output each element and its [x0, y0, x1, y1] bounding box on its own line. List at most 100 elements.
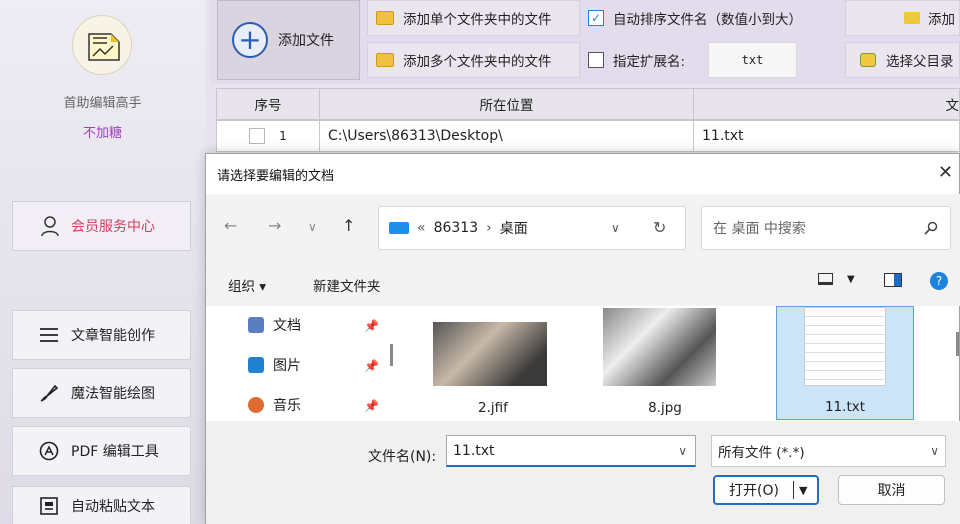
file-name: 8.jpg: [648, 400, 682, 416]
search-placeholder: 在 桌面 中搜索: [713, 221, 806, 237]
list-icon: [40, 328, 58, 342]
file-scrollbar[interactable]: [956, 332, 959, 356]
checkbox-unchecked-icon: [588, 52, 604, 68]
file-name: 2.jfif: [478, 400, 508, 416]
folder-check-icon: [860, 53, 876, 67]
add-single-folder-button[interactable]: 添加单个文件夹中的文件: [367, 0, 580, 36]
breadcrumb-separator: ›: [486, 220, 492, 236]
column-header-index[interactable]: 序号: [216, 88, 320, 120]
filename-label: 文件名(N):: [368, 449, 437, 465]
navigation-pane: 文档 📌 图片 📌 音乐 📌: [206, 306, 401, 421]
folder-icon: [376, 53, 394, 67]
chevron-down-icon: ∨: [930, 444, 939, 458]
extension-checkbox[interactable]: 指定扩展名:: [588, 42, 685, 78]
new-folder-button[interactable]: 新建文件夹: [313, 275, 381, 295]
member-center-label: 会员服务中心: [71, 219, 155, 235]
member-center-button[interactable]: 会员服务中心: [12, 201, 191, 251]
image-thumbnail: [433, 322, 547, 386]
app-author: 不加糖: [82, 126, 122, 141]
nav-item-label: 图片: [273, 358, 301, 374]
back-arrow-icon[interactable]: ←: [224, 216, 237, 235]
user-icon: [41, 216, 59, 237]
add-file-label: 添加文件: [278, 33, 334, 49]
column-header-location[interactable]: 所在位置: [320, 88, 694, 120]
command-bar: 组织 ▾ 新建文件夹 ▼ ?: [206, 262, 960, 306]
open-dropdown-icon[interactable]: ▼: [799, 484, 807, 497]
file-item[interactable]: 2.jfif: [424, 306, 562, 420]
add-icon: [904, 12, 920, 24]
sidebar-item-draw[interactable]: 魔法智能绘图: [12, 368, 191, 418]
open-label: 打开(O): [729, 483, 779, 499]
sidebar-item-label: 魔法智能绘图: [71, 386, 155, 402]
sidebar-item-pdf[interactable]: PDF 编辑工具: [12, 426, 191, 476]
add-right-button[interactable]: 添加: [845, 0, 960, 36]
file-table: 序号 所在位置 文 1 C:\Users\86313\Desktop\ 11.t…: [216, 88, 960, 152]
extension-label: 指定扩展名:: [613, 54, 686, 70]
view-icon[interactable]: [818, 273, 833, 285]
row-filename: 11.txt: [694, 120, 960, 152]
up-arrow-icon[interactable]: ↑: [342, 216, 355, 235]
file-item[interactable]: 8.jpg: [596, 306, 734, 420]
pin-icon[interactable]: 📌: [364, 319, 379, 333]
file-name: 11.txt: [824, 399, 866, 415]
add-multi-folder-label: 添加多个文件夹中的文件: [403, 54, 552, 70]
extension-input[interactable]: txt: [708, 42, 797, 78]
column-header-file[interactable]: 文: [694, 88, 960, 120]
folder-icon: [376, 11, 394, 25]
nav-item-label: 文档: [273, 318, 301, 334]
image-thumbnail: [603, 308, 716, 386]
pin-icon[interactable]: 📌: [364, 399, 379, 413]
brush-icon: [40, 384, 59, 402]
filename-input[interactable]: 11.txt ∨: [446, 435, 696, 467]
sidebar-item-label: 自动粘贴文本: [71, 498, 155, 515]
computer-icon: [389, 222, 409, 234]
help-icon[interactable]: ?: [930, 272, 948, 290]
view-dropdown-icon[interactable]: ▼: [847, 274, 855, 285]
add-right-label: 添加: [928, 12, 955, 28]
cancel-button[interactable]: 取消: [838, 475, 945, 505]
filetype-select[interactable]: 所有文件 (*.*) ∨: [711, 435, 946, 467]
row-checkbox[interactable]: [249, 128, 266, 144]
auto-sort-label: 自动排序文件名（数值小到大）: [613, 12, 802, 28]
music-icon: [248, 397, 264, 413]
pictures-icon: [248, 357, 264, 373]
row-location: C:\Users\86313\Desktop\: [320, 120, 694, 152]
close-icon[interactable]: ✕: [938, 162, 953, 183]
choose-parent-dir-label: 选择父目录: [886, 54, 954, 70]
pin-icon[interactable]: 📌: [364, 359, 379, 373]
sidebar-item-label: 文章智能创作: [71, 328, 155, 344]
nav-scrollbar[interactable]: [390, 344, 393, 366]
nav-item-pictures[interactable]: 图片: [248, 355, 301, 375]
organize-button[interactable]: 组织 ▾: [228, 275, 266, 295]
table-row[interactable]: 1 C:\Users\86313\Desktop\ 11.txt: [216, 120, 960, 152]
nav-item-documents[interactable]: 文档: [248, 315, 301, 335]
choose-parent-dir-button[interactable]: 选择父目录: [845, 42, 960, 78]
refresh-icon[interactable]: ↻: [653, 218, 666, 237]
add-file-button[interactable]: + 添加文件: [217, 0, 360, 80]
search-icon: [924, 221, 938, 235]
dialog-footer: 文件名(N): 11.txt ∨ 所有文件 (*.*) ∨ 打开(O) ▼ 取消: [206, 421, 960, 524]
file-item-selected[interactable]: 11.txt: [776, 306, 914, 420]
sidebar-item-paste[interactable]: 自动粘贴文本: [12, 486, 191, 524]
breadcrumb-prefix: «: [417, 220, 426, 236]
address-bar[interactable]: « 86313 › 桌面 ∨ ↻: [378, 206, 686, 250]
open-button[interactable]: 打开(O) ▼: [713, 475, 819, 505]
dialog-title: 请选择要编辑的文档: [217, 169, 335, 184]
plus-icon: +: [232, 22, 268, 58]
forward-arrow-icon[interactable]: →: [268, 216, 281, 235]
add-multi-folder-button[interactable]: 添加多个文件夹中的文件: [367, 42, 580, 78]
preview-pane-icon[interactable]: [884, 273, 902, 287]
nav-item-music[interactable]: 音乐: [248, 395, 301, 415]
chevron-down-icon[interactable]: ∨: [678, 444, 687, 458]
breadcrumb-user[interactable]: 86313: [434, 220, 479, 236]
filetype-value: 所有文件 (*.*): [718, 445, 805, 461]
sidebar-item-article[interactable]: 文章智能创作: [12, 310, 191, 360]
file-list: 2.jfif 8.jpg 11.txt: [402, 306, 947, 421]
sidebar-item-label: PDF 编辑工具: [71, 444, 159, 460]
recent-chevron-icon[interactable]: ∨: [308, 220, 317, 234]
search-input[interactable]: 在 桌面 中搜索: [701, 206, 951, 250]
auto-sort-checkbox[interactable]: ✓ 自动排序文件名（数值小到大）: [588, 0, 802, 36]
chevron-down-icon[interactable]: ∨: [611, 221, 620, 235]
breadcrumb-current[interactable]: 桌面: [500, 218, 528, 238]
text-document-icon: [804, 307, 886, 386]
